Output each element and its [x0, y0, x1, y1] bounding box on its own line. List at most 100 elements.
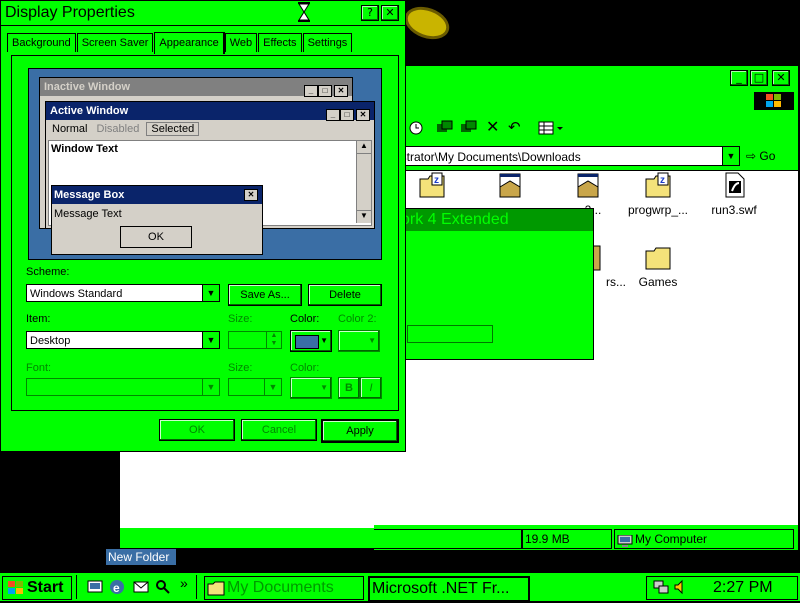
help-button[interactable]: ? [361, 5, 379, 21]
chevron-down-icon[interactable]: ▼ [202, 332, 219, 348]
windows-logo-area [754, 92, 794, 110]
copy-to-icon[interactable] [460, 120, 478, 136]
preview-active-title-text: Active Window [50, 105, 129, 117]
search-icon[interactable] [154, 578, 172, 596]
preview-active-title: Active Window _ □ ✕ [46, 102, 374, 121]
item-color2-button[interactable]: ▼ [338, 330, 380, 352]
file-item[interactable]: z progwrp_... [618, 171, 698, 217]
quicklaunch-chevron-icon[interactable]: » [180, 575, 188, 591]
scheme-label: Scheme: [26, 266, 70, 278]
cancel-button[interactable]: Cancel [241, 419, 317, 441]
minimize-button[interactable]: _ [730, 70, 748, 86]
taskbar-divider [76, 575, 80, 599]
tab-settings[interactable]: Settings [302, 33, 353, 52]
item-select[interactable]: Desktop ▼ [26, 331, 220, 349]
bold-button[interactable]: B [338, 377, 360, 399]
chevron-down-icon: ▼ [320, 336, 328, 345]
folder-icon [207, 580, 225, 596]
color2-label: Color 2: [338, 313, 377, 325]
italic-button[interactable]: I [360, 377, 382, 399]
ok-button[interactable]: OK [159, 419, 235, 441]
preview-menu-disabled: Disabled [96, 123, 140, 135]
preview-inactive-title: Inactive Window _ □ ✕ [40, 78, 352, 97]
system-tray: 2:27 PM [646, 576, 798, 600]
outlook-express-icon[interactable] [132, 578, 150, 596]
display-properties-dialog: Display Properties ? ✕ Background Screen … [0, 0, 406, 452]
chevron-down-icon: ▼ [320, 383, 328, 392]
delete-button[interactable]: Delete [308, 284, 382, 306]
address-input[interactable]: istrator\My Documents\Downloads ▼ [394, 146, 740, 166]
zip-folder-icon: z [644, 171, 672, 199]
start-button[interactable]: Start [2, 576, 72, 600]
dotnet-titlebar[interactable]: ork 4 Extended [381, 209, 593, 231]
file-name: progwrp_... [627, 203, 689, 217]
file-item[interactable]: run3.swf [694, 171, 774, 217]
address-dropdown-icon[interactable]: ▼ [722, 147, 739, 165]
font-select[interactable]: ▼ [26, 378, 220, 396]
close-button[interactable]: ✕ [772, 70, 790, 86]
history-icon[interactable] [408, 120, 424, 136]
explorer-titlebar[interactable]: _ □ ✕ [374, 66, 798, 88]
status-bar-left-part [118, 528, 374, 550]
zip-folder-icon: z [418, 171, 446, 199]
close-button[interactable]: ✕ [381, 5, 399, 21]
tab-web[interactable]: Web [224, 33, 258, 52]
task-my-documents[interactable]: My Documents [204, 576, 364, 600]
item-color-button[interactable]: ▼ [290, 330, 332, 352]
status-size: 19.9 MB [522, 529, 612, 549]
tab-screen-saver[interactable]: Screen Saver [76, 33, 154, 52]
views-icon[interactable] [538, 120, 564, 136]
go-arrow-icon: ⇨ [746, 149, 757, 163]
status-location: My Computer [614, 529, 794, 549]
font-label: Font: [26, 362, 52, 374]
chevron-down-icon: ▼ [264, 379, 281, 395]
windows-logo-icon [766, 94, 782, 108]
status-bar: 2 object(s) selected 19.9 MB My Computer [120, 526, 798, 550]
scheme-select[interactable]: Windows Standard ▼ [26, 284, 220, 302]
size-label: Size: [228, 313, 253, 325]
go-button[interactable]: ⇨ Go [746, 146, 790, 166]
tab-background[interactable]: Background [7, 33, 76, 52]
move-to-icon[interactable] [436, 120, 454, 136]
preview-window-text: Window Text [51, 143, 118, 155]
item-value: Desktop [30, 335, 71, 347]
new-folder-desktop-label[interactable]: New Folder [106, 549, 176, 565]
delete-icon[interactable]: ✕ [486, 120, 500, 136]
dialog-titlebar[interactable]: Display Properties ? ✕ [1, 1, 405, 26]
preview-message-title: Message Box ✕ [52, 186, 262, 204]
font-size-label: Size: [228, 362, 253, 374]
minimize-icon: _ [304, 85, 318, 97]
tab-appearance[interactable]: Appearance [154, 32, 224, 54]
task-dotnet-framework[interactable]: Microsoft .NET Fr... [368, 576, 530, 602]
maximize-button[interactable]: □ [750, 70, 768, 86]
preview-message-title-text: Message Box [54, 189, 125, 201]
status-location-text: My Computer [635, 532, 708, 546]
size-spinner[interactable]: ▲ ▼ [228, 331, 282, 349]
font-color-button[interactable]: ▼ [290, 377, 332, 399]
address-text: istrator\My Documents\Downloads [398, 150, 581, 164]
network-icon[interactable] [653, 579, 669, 595]
internet-explorer-icon[interactable]: e [108, 578, 126, 596]
undo-icon[interactable]: ↶ [508, 120, 524, 136]
file-list-left-part [118, 450, 374, 528]
task-label: My Documents [227, 579, 334, 596]
apply-button[interactable]: Apply [321, 419, 399, 443]
clock[interactable]: 2:27 PM [713, 577, 773, 599]
file-item[interactable] [470, 171, 550, 203]
file-item[interactable]: Games [618, 243, 698, 289]
save-as-button[interactable]: Save As... [228, 284, 302, 306]
appearance-panel: Inactive Window _ □ ✕ Active Window _ □ ✕ No… [11, 55, 399, 411]
tab-strip: Background Screen Saver Appearance Web Effec… [7, 32, 353, 55]
item-label: Item: [26, 313, 51, 325]
appearance-preview[interactable]: Inactive Window _ □ ✕ Active Window _ □ ✕ No… [28, 68, 382, 260]
chevron-down-icon[interactable]: ▼ [202, 285, 219, 301]
scroll-down-icon: ▼ [357, 210, 371, 223]
font-size-select[interactable]: ▼ [228, 378, 282, 396]
show-desktop-icon[interactable] [86, 578, 104, 596]
volume-icon[interactable] [673, 579, 689, 595]
tab-effects[interactable]: Effects [258, 33, 302, 52]
task-label: Microsoft .NET Fr... [372, 580, 510, 597]
go-label: Go [759, 149, 776, 163]
preview-message-box: Message Box ✕ Message Text OK [51, 185, 263, 255]
flash-file-icon [720, 171, 748, 199]
